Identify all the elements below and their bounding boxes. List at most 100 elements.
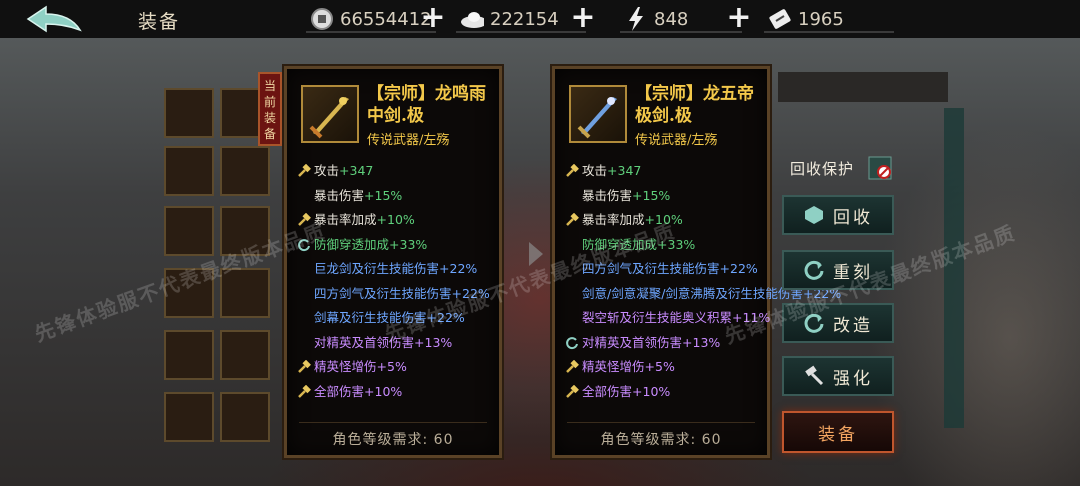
resource-silver: 222154 [460,6,559,32]
attribute-row: 精英怪增伤 +5% [565,355,765,380]
attribute-label: 全部伤害 [582,383,633,399]
attribute-row: 剑意/剑意凝聚/剑意沸腾及衍生技能伤害 +22% [565,282,841,307]
item-name: 【宗师】龙鸣雨中剑.极 [367,84,486,126]
silver-value: 222154 [490,8,559,30]
coin-underline [306,31,436,33]
attack-icon [566,384,579,398]
ticket-value: 1965 [798,8,844,30]
attribute-value: +347 [339,163,374,178]
divider [299,422,487,423]
attribute-label: 巨龙剑及衍生技能伤害 [314,261,440,276]
refresh-icon [566,336,578,349]
attribute-label: 攻击 [582,163,608,178]
protection-toggle-icon[interactable] [868,156,892,180]
inventory-slot[interactable] [164,88,214,138]
resource-energy: 848 [624,6,688,32]
sword-icon [301,85,359,143]
recycle-button[interactable]: 回收 [782,195,894,235]
attribute-label: 剑意/剑意凝聚/剑意沸腾及衍生技能伤害 [582,285,803,301]
level-requirement: 角色等级需求: 60 [600,432,722,448]
page-title: 装备 [138,11,181,33]
back-arrow-icon [26,5,82,33]
attribute-label: 全部伤害 [314,383,365,399]
silver-underline [456,31,586,33]
current-equipment-tag: 当前装备 [258,72,282,146]
inventory-slot[interactable] [164,206,214,256]
attribute-label: 对精英及首领伤害 [582,334,683,350]
attack-icon [298,164,311,178]
lightning-icon [624,7,648,31]
attribute-value: +15% [364,187,403,203]
attribute-row: 暴击率加成 +10% [297,208,497,233]
equip-button[interactable]: 装备 [782,411,894,453]
ticket-icon [768,7,792,31]
add-energy-button[interactable]: + [726,3,752,33]
item-type: 传说武器/左殇 [367,133,450,148]
item-name: 【宗师】龙五帝极剑.极 [635,84,754,126]
attribute-value: +10% [364,383,403,399]
sword-icon [569,85,627,143]
enhance-button[interactable]: 强化 [782,356,894,396]
attribute-label: 暴击伤害 [582,187,633,203]
add-silver-button[interactable]: + [570,3,596,33]
energy-underline [620,31,742,33]
attribute-list: 攻击 +347 暴击伤害 +15% 暴击率加成 +10% 防御穿透加成 +33% 四方剑气及衍生… [565,159,841,405]
inventory-slot[interactable] [164,392,214,442]
ticket-underline [764,31,894,33]
attack-icon [298,360,311,374]
inventory-slot[interactable] [220,330,270,380]
inventory-slot[interactable] [220,146,270,196]
current-item-panel: 【宗师】龙鸣雨中剑.极 传说武器/左殇 攻击 +347 暴击伤害 +15% 暴击率加成 +… [284,66,502,458]
attribute-row: 精英怪增伤 +5% [297,355,497,380]
coin-value: 66554412 [340,8,432,30]
attribute-value: +22% [439,261,478,276]
attribute-value: +5% [644,359,675,374]
inventory-slot[interactable] [164,330,214,380]
attribute-row: 暴击伤害 +15% [565,184,765,209]
attribute-label: 暴击伤害 [314,187,365,203]
attribute-label: 精英怪增伤 [314,359,377,374]
attribute-value: +10% [632,383,671,399]
item-header: 【宗师】龙鸣雨中剑.极 传说武器/左殇 [295,79,495,153]
inventory-slot[interactable] [164,146,214,196]
attribute-label: 攻击 [314,163,340,178]
add-coin-button[interactable]: + [420,3,446,33]
modify-label: 改造 [833,315,873,336]
divider [567,422,755,423]
resource-ticket: 1965 [768,6,844,32]
resource-coin: 66554412 [310,6,432,32]
attribute-row: 全部伤害 +10% [297,380,497,405]
enhance-label: 强化 [833,368,873,389]
attack-icon [298,384,311,398]
attribute-value: +5% [376,359,407,374]
attribute-list: 攻击 +347 暴击伤害 +15% 暴击率加成 +10% 防御穿透加成 +33% 巨龙剑及衍生技… [297,159,497,404]
side-tab-strip [778,72,948,102]
energy-value: 848 [654,8,689,30]
attribute-value: +33% [389,236,428,252]
recycle-protection-label: 回收保护 [790,160,855,178]
attribute-value: +10% [376,212,415,227]
attribute-row: 全部伤害 +10% [565,380,765,405]
attribute-row: 攻击 +347 [297,159,497,184]
attribute-label: 精英怪增伤 [582,359,645,374]
attack-icon [566,360,579,374]
hammer-icon [805,365,824,386]
attribute-row: 巨龙剑及衍生技能伤害 +22% [297,257,497,282]
inventory-slot[interactable] [220,392,270,442]
silver-ingot-icon [460,7,484,31]
attribute-value: +15% [632,187,671,203]
attack-icon [566,213,579,227]
recycle-label: 回收 [833,207,873,228]
refresh-icon [804,260,824,280]
attribute-row: 攻击 +347 [565,159,765,184]
attribute-row: 暴击伤害 +15% [297,184,497,209]
top-bar: 装备 66554412 + 222154 + 848 + 1965 [0,0,1080,38]
attribute-value: +13% [682,334,721,350]
attack-icon [566,164,579,178]
coin-icon [310,7,334,31]
level-requirement: 角色等级需求: 60 [332,432,454,448]
back-button[interactable] [24,4,86,34]
attribute-value: +347 [607,163,642,178]
item-header: 【宗师】龙五帝极剑.极 传说武器/左殇 [563,79,763,153]
attribute-label: 裂空斩及衍生技能奥义积累 [582,310,733,325]
